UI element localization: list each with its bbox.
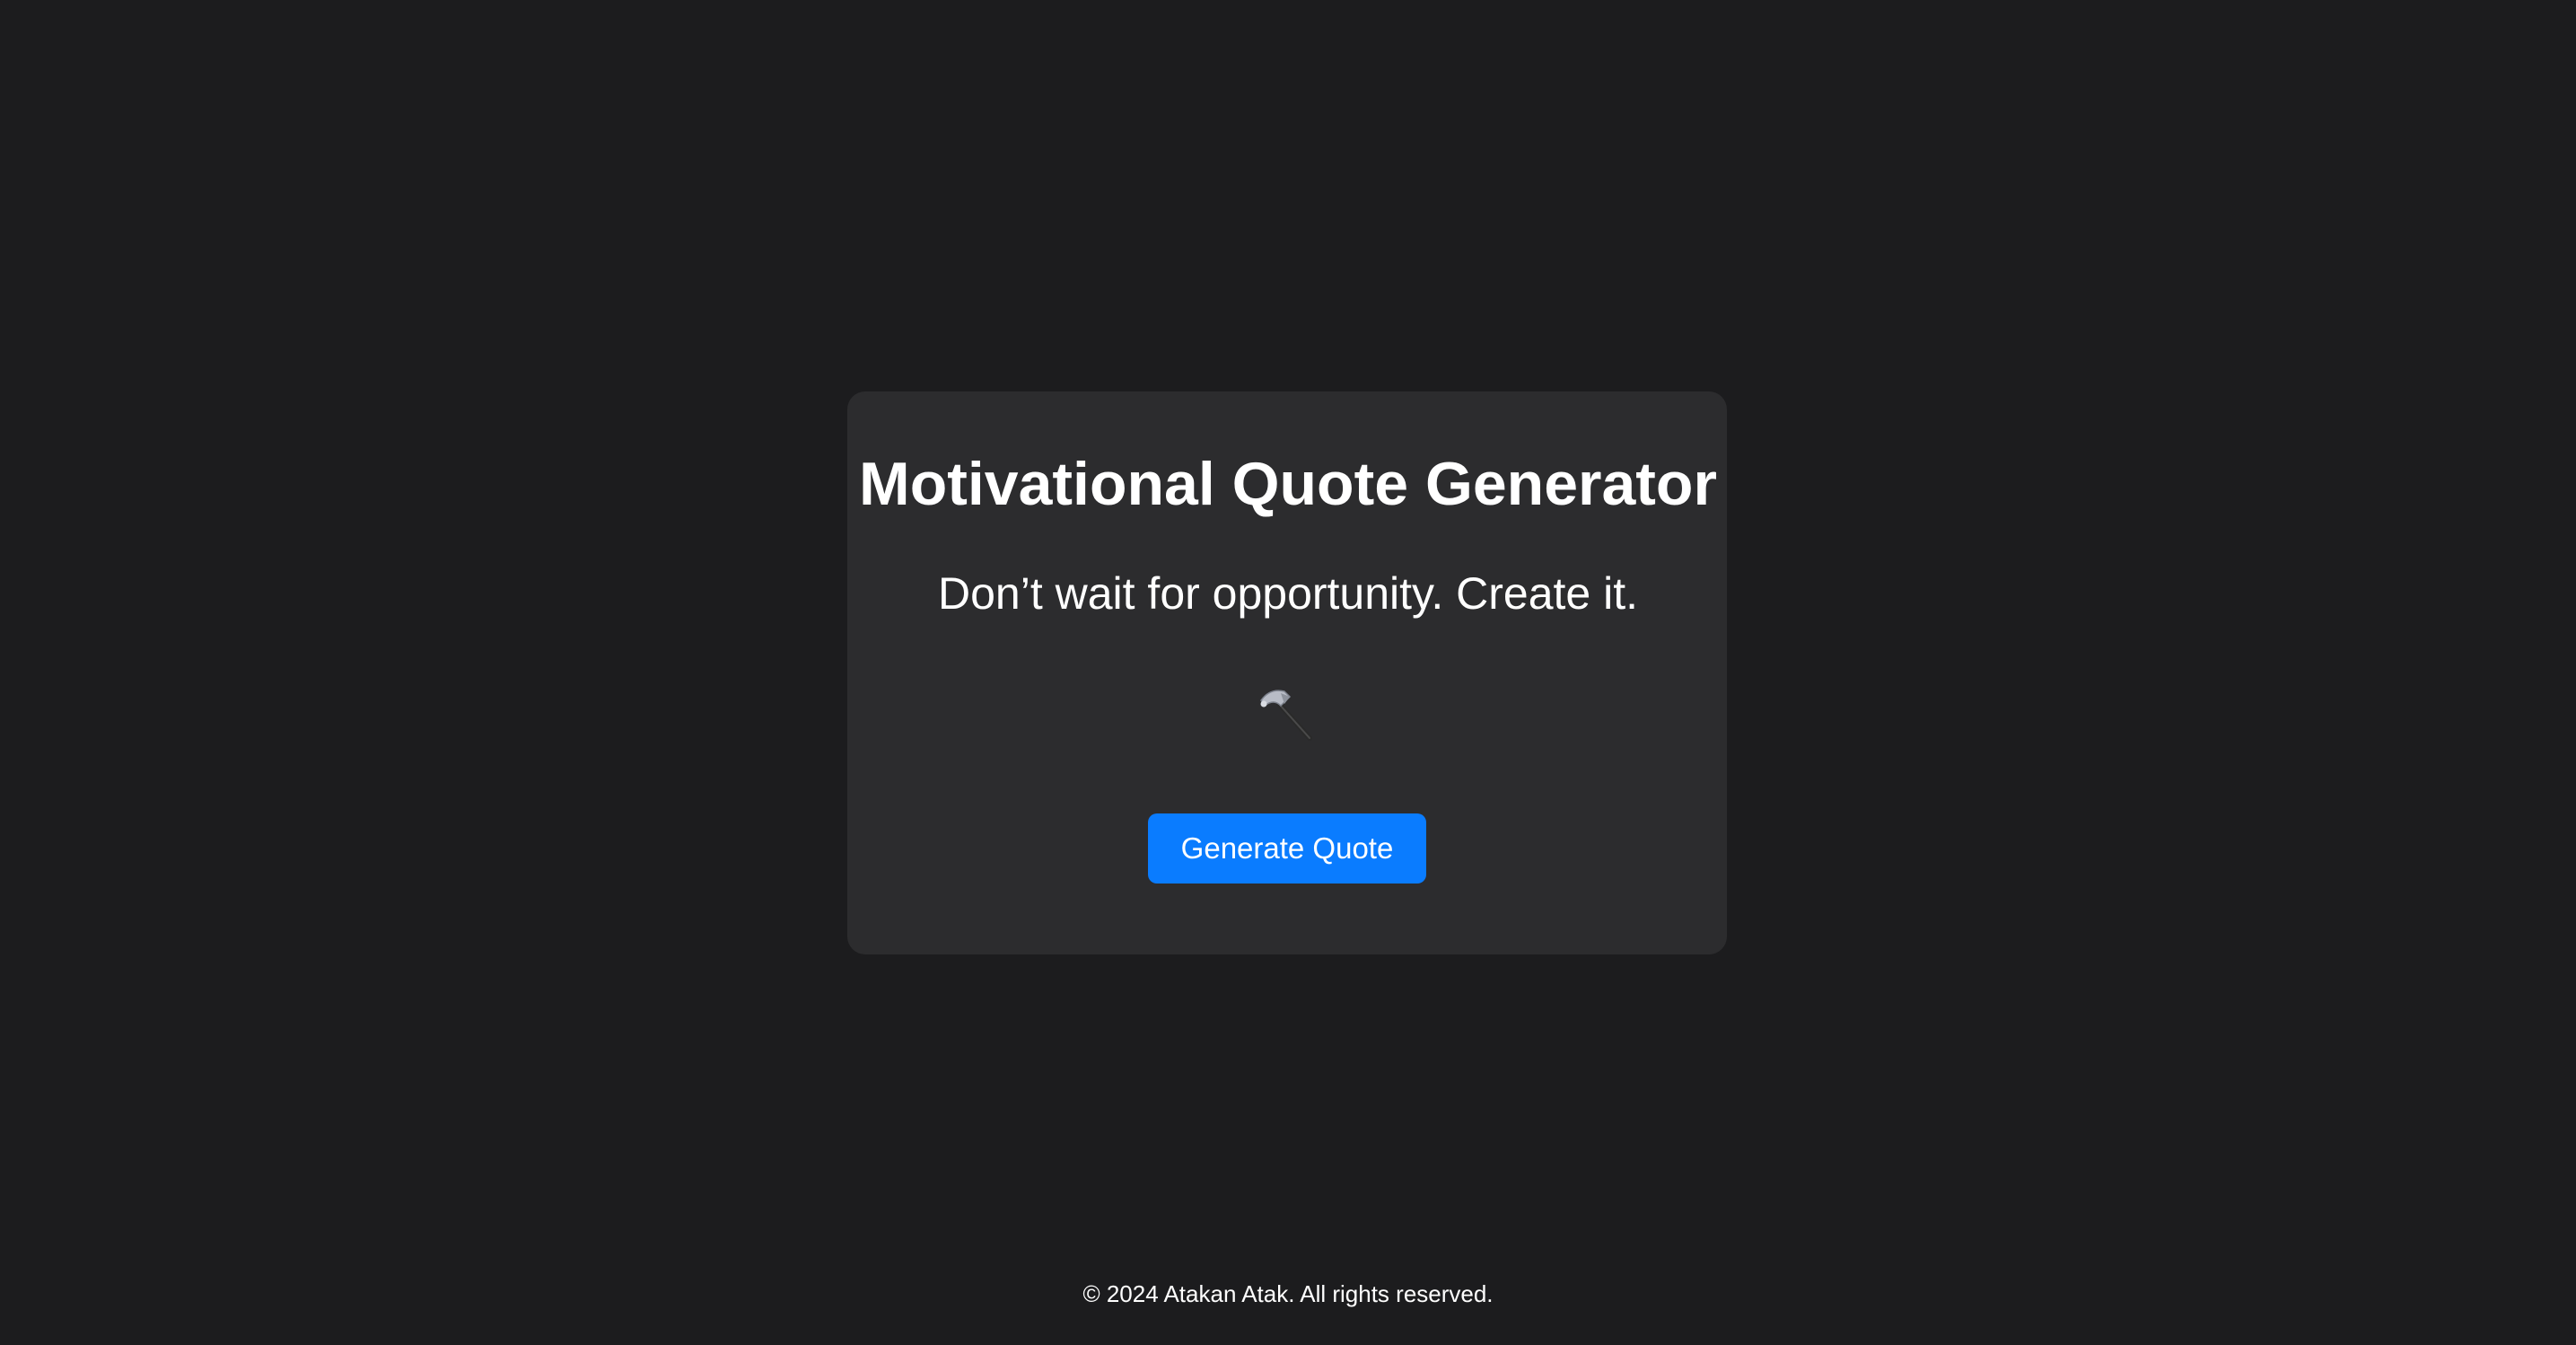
footer-copyright: © 2024 Atakan Atak. All rights reserved. bbox=[1082, 1280, 1494, 1307]
hammer-icon-svg bbox=[1260, 690, 1312, 741]
quote-text: Don’t wait for opportunity. Create it. bbox=[938, 568, 1638, 619]
page: Motivational Quote Generator Don’t wait … bbox=[0, 0, 2576, 1345]
generate-quote-button[interactable]: Generate Quote bbox=[1148, 813, 1426, 883]
hammer-icon bbox=[1254, 684, 1319, 749]
page-title: Motivational Quote Generator bbox=[859, 450, 1717, 518]
